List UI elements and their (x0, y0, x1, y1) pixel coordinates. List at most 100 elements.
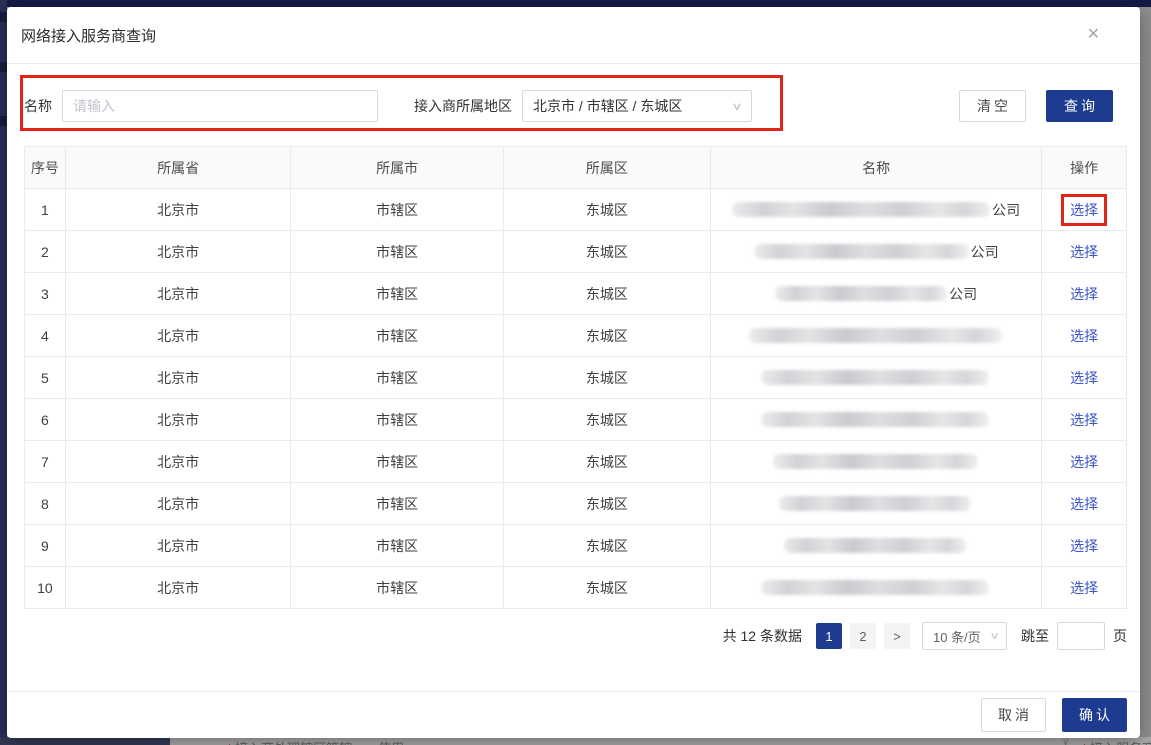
cell-index: 6 (25, 399, 66, 440)
name-label: 名称 (24, 96, 52, 116)
cell-name (711, 357, 1042, 398)
cell-index: 9 (25, 525, 66, 566)
table-row: 5 北京市 市辖区 东城区 选择 (25, 357, 1126, 399)
cell-index: 2 (25, 231, 66, 272)
redacted-name-bar (754, 244, 969, 259)
jump-to-input[interactable] (1057, 622, 1105, 650)
close-icon[interactable]: ✕ (1083, 23, 1104, 47)
table-row: 1 北京市 市辖区 东城区 公司 选择 (25, 189, 1126, 231)
cell-name (711, 567, 1042, 608)
cell-name: 公司 (711, 273, 1042, 314)
cell-action: 选择 (1042, 315, 1126, 356)
redacted-name-bar (775, 286, 947, 301)
cancel-button[interactable]: 取消 (981, 698, 1046, 732)
cell-province: 北京市 (66, 273, 292, 314)
column-header: 所属区 (504, 147, 711, 188)
dialog-body: 名称 接入商所属地区 北京市 / 市辖区 / 东城区 ∨ 清空 查询 序号所属省… (7, 64, 1140, 691)
cell-action: 选择 (1042, 525, 1126, 566)
cell-name (711, 483, 1042, 524)
table-row: 3 北京市 市辖区 东城区 公司 选择 (25, 273, 1126, 315)
cell-index: 10 (25, 567, 66, 608)
cell-name (711, 399, 1042, 440)
select-row-link[interactable]: 选择 (1064, 491, 1104, 517)
cell-province: 北京市 (66, 315, 292, 356)
background-overlay-right (1140, 7, 1151, 745)
select-row-link[interactable]: 选择 (1064, 281, 1104, 307)
jump-to-label: 跳至 (1021, 626, 1049, 646)
redacted-name-bar (773, 454, 978, 469)
background-partial-text-right: *接入服务商处理辖区 (1082, 738, 1151, 745)
cell-city: 市辖区 (291, 273, 503, 314)
cell-city: 市辖区 (291, 399, 503, 440)
redacted-name-bar (761, 370, 989, 385)
select-row-link[interactable]: 选择 (1064, 239, 1104, 265)
cell-index: 4 (25, 315, 66, 356)
cell-district: 东城区 (504, 273, 711, 314)
page-size-select[interactable]: 10 条/页 ∨ (922, 622, 1007, 650)
name-suffix: 公司 (971, 242, 999, 262)
providers-table: 序号所属省所属市所属区名称操作 1 北京市 市辖区 东城区 公司 选择 2 北京… (24, 146, 1127, 609)
cell-province: 北京市 (66, 399, 292, 440)
cell-name: 公司 (711, 231, 1042, 272)
cell-district: 东城区 (504, 567, 711, 608)
table-row: 9 北京市 市辖区 东城区 选择 (25, 525, 1126, 567)
page-button-2[interactable]: 2 (850, 623, 876, 649)
cell-city: 市辖区 (291, 189, 503, 230)
cell-action: 选择 (1042, 357, 1126, 398)
cell-name (711, 525, 1042, 566)
select-row-link[interactable]: 选择 (1064, 449, 1104, 475)
cell-city: 市辖区 (291, 441, 503, 482)
table-body: 1 北京市 市辖区 东城区 公司 选择 2 北京市 市辖区 东城区 公司 选择 … (25, 189, 1126, 609)
cell-district: 东城区 (504, 399, 711, 440)
clear-button[interactable]: 清空 (959, 90, 1026, 122)
select-row-link[interactable]: 选择 (1064, 575, 1104, 601)
table-row: 10 北京市 市辖区 东城区 选择 (25, 567, 1126, 609)
column-header: 所属市 (291, 147, 503, 188)
background-chevron-down-icon: ∨ (1062, 737, 1069, 745)
column-header: 操作 (1042, 147, 1126, 188)
cell-action: 选择 (1042, 483, 1126, 524)
background-partial-text-left: *接入商处理辖区管辖使用 (227, 738, 404, 745)
cell-name (711, 441, 1042, 482)
select-row-link[interactable]: 选择 (1064, 323, 1104, 349)
select-row-link[interactable]: 选择 (1064, 407, 1104, 433)
region-select-value: 北京市 / 市辖区 / 东城区 (533, 96, 682, 116)
confirm-button[interactable]: 确认 (1062, 698, 1127, 732)
table-row: 8 北京市 市辖区 东城区 选择 (25, 483, 1126, 525)
cell-district: 东城区 (504, 315, 711, 356)
table-row: 6 北京市 市辖区 东城区 选择 (25, 399, 1126, 441)
provider-query-dialog: 网络接入服务商查询 ✕ 名称 接入商所属地区 北京市 / 市辖区 / 东城区 ∨… (7, 7, 1140, 738)
cell-index: 8 (25, 483, 66, 524)
page-size-value: 10 条/页 (933, 627, 981, 646)
name-suffix: 公司 (992, 200, 1020, 220)
cell-province: 北京市 (66, 189, 292, 230)
redacted-name-bar (761, 580, 989, 595)
name-input[interactable] (62, 90, 378, 122)
background-app-sidebar (0, 0, 7, 745)
column-header: 序号 (25, 147, 66, 188)
select-row-link[interactable]: 选择 (1064, 365, 1104, 391)
cell-index: 1 (25, 189, 66, 230)
cell-district: 东城区 (504, 189, 711, 230)
cell-action: 选择 (1042, 399, 1126, 440)
cell-district: 东城区 (504, 231, 711, 272)
next-page-button[interactable]: > (884, 623, 910, 649)
page-button-1[interactable]: 1 (816, 623, 842, 649)
cell-index: 7 (25, 441, 66, 482)
cell-district: 东城区 (504, 525, 711, 566)
region-select[interactable]: 北京市 / 市辖区 / 东城区 ∨ (522, 90, 752, 122)
cell-action: 选择 (1042, 231, 1126, 272)
cell-action: 选择 (1042, 189, 1126, 230)
cell-district: 东城区 (504, 441, 711, 482)
cell-province: 北京市 (66, 231, 292, 272)
search-button[interactable]: 查询 (1046, 90, 1113, 122)
select-row-link[interactable]: 选择 (1064, 533, 1104, 559)
cell-city: 市辖区 (291, 357, 503, 398)
cell-province: 北京市 (66, 357, 292, 398)
cell-city: 市辖区 (291, 567, 503, 608)
table-row: 4 北京市 市辖区 东城区 选择 (25, 315, 1126, 357)
table-row: 7 北京市 市辖区 东城区 选择 (25, 441, 1126, 483)
dialog-title: 网络接入服务商查询 (21, 25, 156, 46)
redacted-name-bar (761, 412, 989, 427)
select-row-link[interactable]: 选择 (1064, 197, 1104, 223)
